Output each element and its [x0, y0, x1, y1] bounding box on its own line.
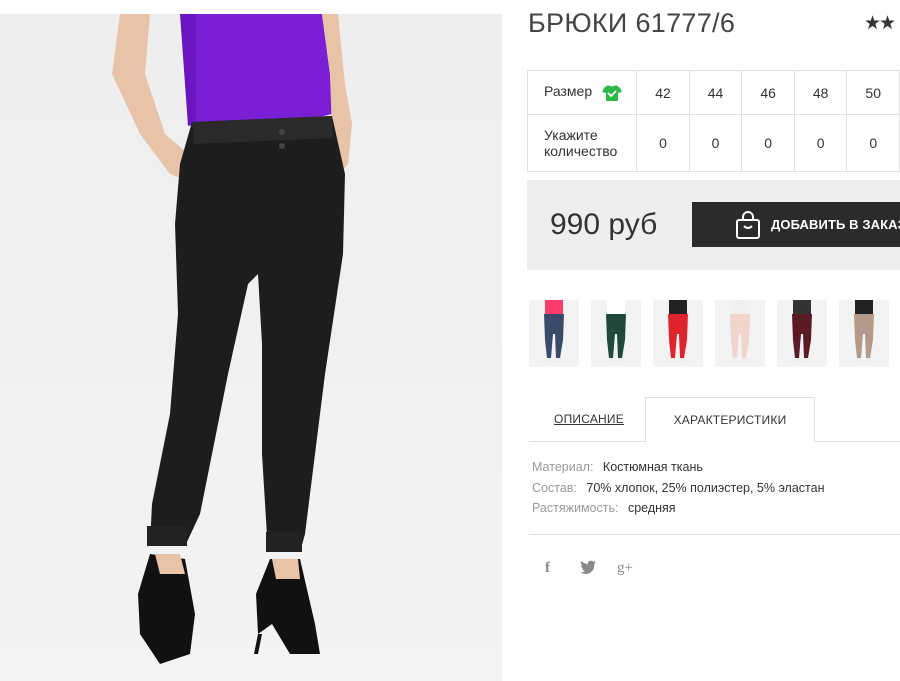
spec-key: Растяжимость:	[532, 501, 619, 515]
size-col-42: 42	[636, 70, 690, 115]
size-header-cell: Размер	[526, 70, 638, 115]
rating-stars[interactable]: ★★	[864, 12, 896, 35]
spec-key: Состав:	[532, 481, 577, 495]
qty-input-46[interactable]: 0	[741, 114, 795, 172]
color-variant-thumb[interactable]	[591, 300, 641, 367]
thumb-image	[591, 300, 641, 367]
google-plus-icon[interactable]: g+	[617, 560, 633, 577]
size-col-44: 44	[688, 70, 743, 115]
quantity-row: Укажите количество 0 0 0 0 0	[526, 114, 900, 172]
product-title: БРЮКИ 61777/6	[528, 8, 736, 38]
spec-value: 70% хлопок, 25% полиэстер, 5% эластан	[586, 481, 825, 495]
shopping-bag-icon	[736, 211, 760, 239]
divider	[529, 534, 900, 535]
size-table: Размер 42 44 46 48 50 Укажите количество…	[526, 70, 900, 172]
qty-input-50[interactable]: 0	[846, 114, 900, 172]
color-variant-thumb[interactable]	[777, 300, 827, 367]
color-variant-thumb[interactable]	[653, 300, 703, 367]
tab-characteristics[interactable]: ХАРАКТЕРИСТИКИ	[645, 397, 815, 443]
facebook-icon[interactable]: f	[545, 560, 550, 577]
size-col-46: 46	[741, 70, 795, 115]
spec-composition: Состав: 70% хлопок, 25% полиэстер, 5% эл…	[532, 481, 825, 495]
size-row: Размер 42 44 46 48 50	[526, 70, 900, 115]
info-tabs: ОПИСАНИЕ ХАРАКТЕРИСТИКИ	[529, 397, 900, 443]
qty-input-42[interactable]: 0	[636, 114, 690, 172]
quantity-label: Укажите количество	[526, 114, 638, 172]
thumb-image	[715, 300, 765, 367]
tshirt-icon[interactable]	[602, 84, 623, 102]
size-col-48: 48	[793, 70, 848, 115]
product-main-image[interactable]	[0, 14, 502, 681]
color-variant-thumb[interactable]	[529, 300, 579, 367]
add-to-order-button[interactable]: ДОБАВИТЬ В ЗАКАЗ	[692, 202, 900, 247]
spec-material: Материал: Костюмная ткань	[532, 460, 703, 474]
color-variant-thumb[interactable]	[839, 300, 889, 367]
thumb-image	[777, 300, 827, 367]
thumb-image	[653, 300, 703, 367]
purchase-box: 990 руб ДОБАВИТЬ В ЗАКАЗ	[527, 180, 900, 270]
tab-description[interactable]: ОПИСАНИЕ	[549, 397, 629, 442]
twitter-icon[interactable]	[580, 560, 596, 578]
twitter-bird-icon	[580, 560, 596, 574]
add-to-order-label: ДОБАВИТЬ В ЗАКАЗ	[771, 217, 900, 232]
color-variants	[529, 300, 900, 367]
spec-key: Материал:	[532, 460, 594, 474]
thumb-image	[529, 300, 579, 367]
color-variant-thumb[interactable]	[715, 300, 765, 367]
qty-input-48[interactable]: 0	[793, 114, 848, 172]
qty-input-44[interactable]: 0	[688, 114, 743, 172]
model-illustration	[112, 14, 352, 664]
spec-value: Костюмная ткань	[602, 460, 703, 474]
spec-value: средняя	[627, 501, 676, 515]
price: 990 руб	[550, 208, 658, 241]
thumb-image	[839, 300, 889, 367]
size-header-label: Размер	[544, 83, 593, 100]
size-col-50: 50	[846, 70, 900, 115]
spec-stretch: Растяжимость: средняя	[532, 501, 676, 515]
